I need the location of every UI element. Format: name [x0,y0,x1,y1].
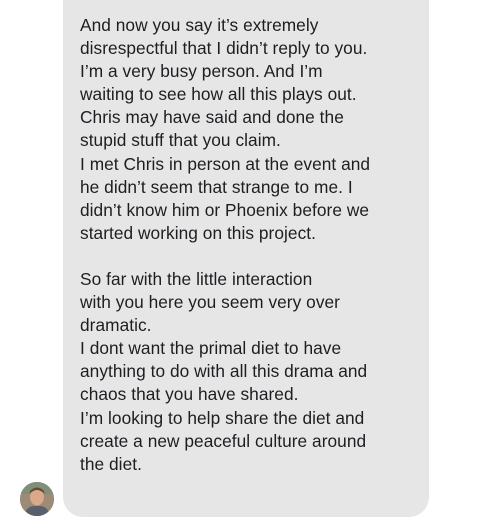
message-paragraph-2: So far with the little interaction with … [80,268,419,476]
message-line: I dont want the primal diet to have [80,338,342,359]
message-line: didn’t know him or Phoenix before we [80,199,370,220]
message-bubble[interactable]: And now you say it’s extremely disrespec… [63,0,429,517]
message-line: create a new peaceful culture around [80,430,367,451]
message-line: disrespectful that I didn’t reply to you… [80,38,368,59]
chat-thread: And now you say it’s extremely disrespec… [0,0,500,526]
message-line: chaos that you have shared. [80,384,299,405]
message-line: dramatic. [80,315,152,336]
message-paragraph-1: And now you say it’s extremely disrespec… [80,14,419,245]
message-line: And now you say it’s extremely [80,15,319,35]
message-line: stupid stuff that you claim. [80,130,281,151]
message-line: I met Chris in person at the event and [80,153,371,174]
message-line: started working on this project. [80,222,316,243]
message-line: I’m looking to help share the diet and [80,407,365,428]
message-line: with you here you seem very over [80,292,340,313]
message-line: waiting to see how all this plays out. [80,84,357,105]
sender-avatar[interactable] [20,482,54,516]
message-line: he didn’t seem that strange to me. I [80,176,353,197]
message-line: I’m a very busy person. And I’m [80,61,323,82]
message-line: Chris may have said and done the [80,107,344,128]
message-line: the diet. [80,453,142,474]
avatar-photo-icon [20,482,54,516]
message-line: anything to do with all this drama and [80,361,368,382]
message-line: So far with the little interaction [80,268,313,289]
